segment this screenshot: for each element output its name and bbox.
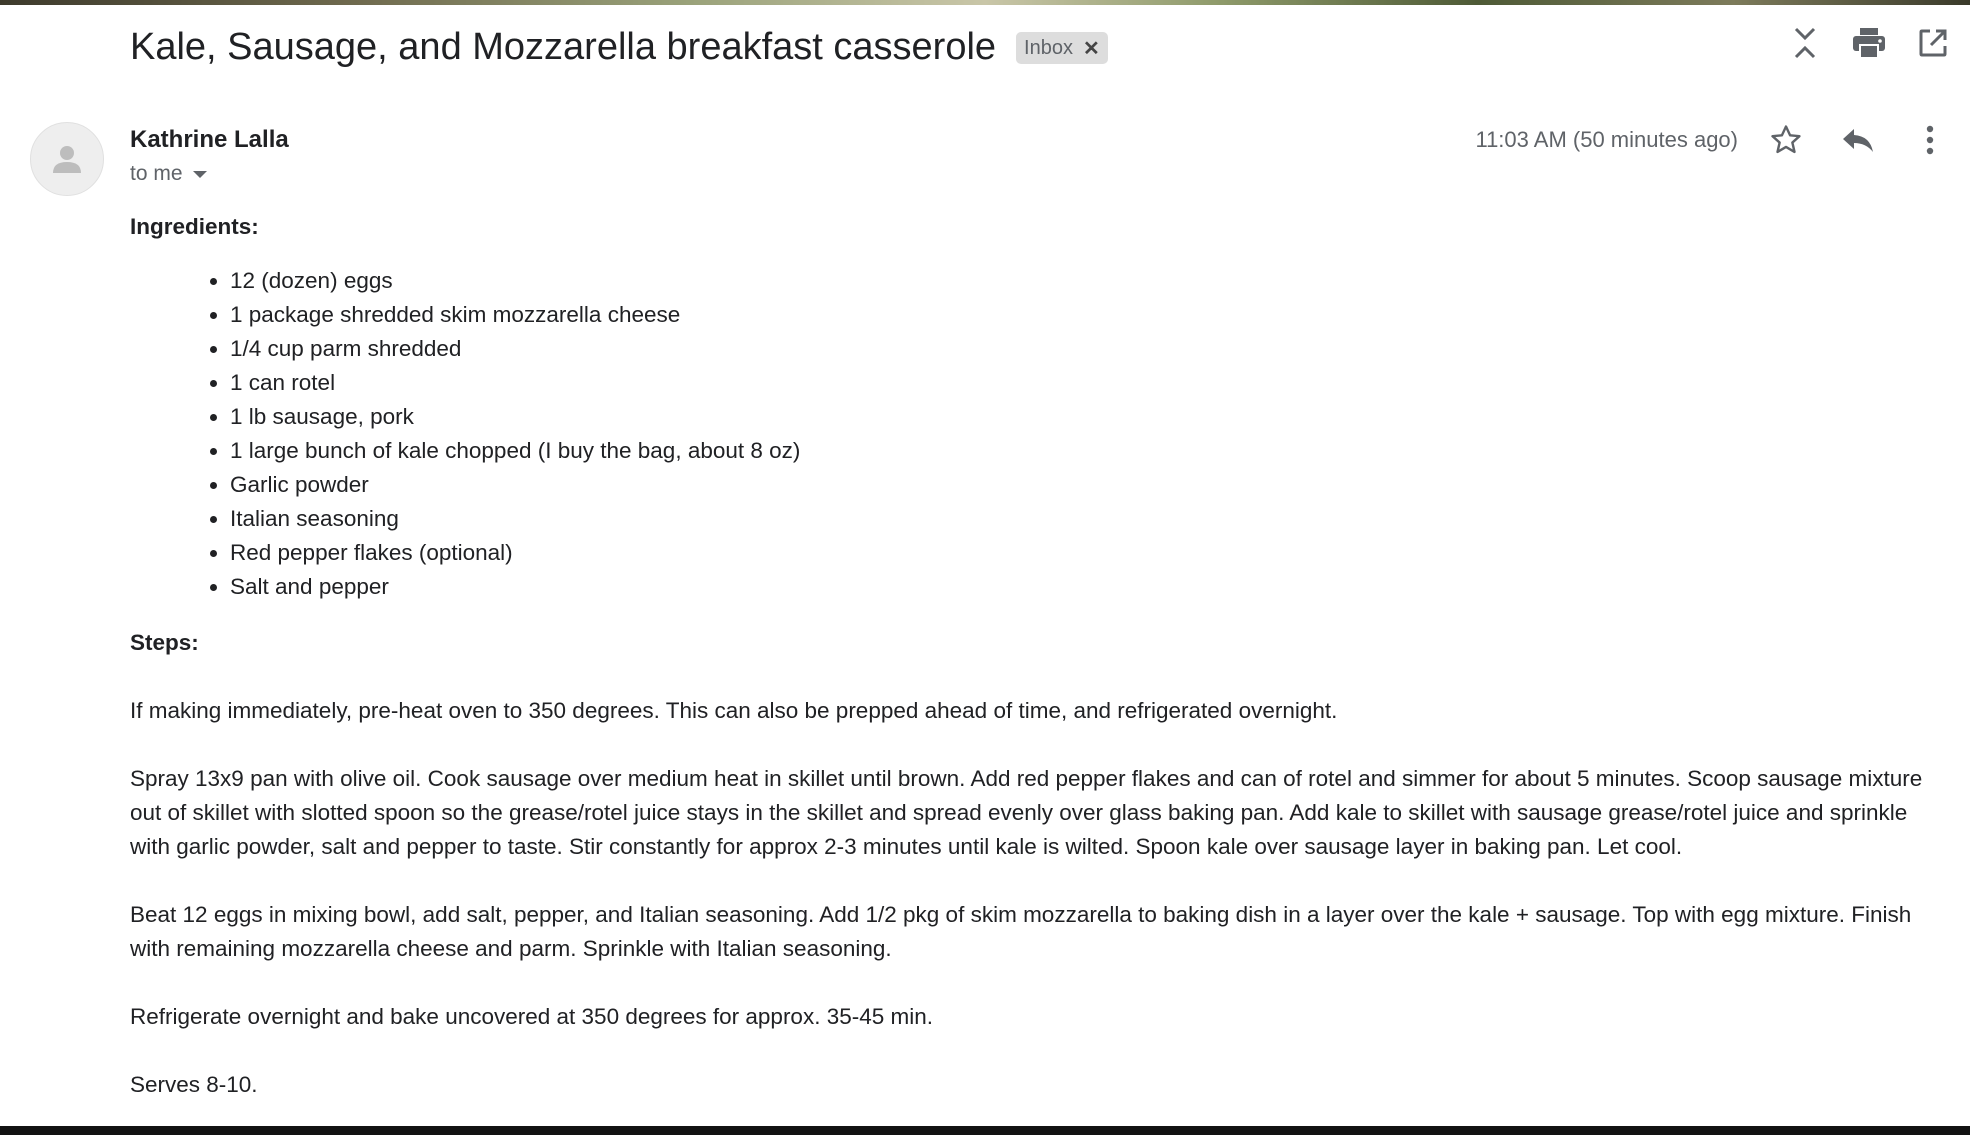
ingredients-heading: Ingredients: (130, 214, 259, 239)
background-strip-bottom (0, 1126, 1970, 1135)
subject-row: Kale, Sausage, and Mozzarella breakfast … (130, 22, 1108, 72)
step-paragraph: Spray 13x9 pan with olive oil. Cook saus… (130, 766, 1923, 859)
chevron-down-icon[interactable] (192, 170, 207, 178)
message-meta: 11:03 AM (50 minutes ago) (1475, 120, 1950, 160)
recipient-text: to me (130, 162, 183, 185)
step-paragraph: If making immediately, pre-heat oven to … (130, 698, 1338, 723)
inbox-label-chip[interactable]: Inbox ✕ (1016, 32, 1108, 64)
list-item: 12 (dozen) eggs (230, 264, 1940, 298)
list-item: Red pepper flakes (optional) (230, 536, 1940, 570)
list-item: 1 package shredded skim mozzarella chees… (230, 298, 1940, 332)
message-body: Ingredients: 12 (dozen) eggs 1 package s… (130, 210, 1940, 1136)
list-item: 1 can rotel (230, 366, 1940, 400)
steps-heading: Steps: (130, 630, 199, 655)
list-item: 1 large bunch of kale chopped (I buy the… (230, 434, 1940, 468)
label-chip-text: Inbox (1024, 36, 1073, 59)
person-icon (53, 146, 81, 173)
sender-name[interactable]: Kathrine Lalla (130, 126, 289, 154)
ingredients-list: 12 (dozen) eggs 1 package shredded skim … (130, 264, 1940, 604)
open-new-window-icon[interactable] (1916, 26, 1950, 60)
remove-label-icon[interactable]: ✕ (1083, 36, 1100, 61)
print-icon[interactable] (1852, 26, 1886, 60)
list-item: 1/4 cup parm shredded (230, 332, 1940, 366)
step-paragraph: Beat 12 eggs in mixing bowl, add salt, p… (130, 902, 1912, 961)
collapse-all-icon[interactable] (1788, 26, 1822, 60)
thread-actions (1788, 26, 1950, 60)
list-item: Garlic powder (230, 468, 1940, 502)
step-paragraph: Serves 8-10. (130, 1072, 258, 1097)
reply-icon[interactable] (1838, 120, 1878, 160)
star-icon[interactable] (1766, 120, 1806, 160)
email-subject: Kale, Sausage, and Mozzarella breakfast … (130, 25, 997, 68)
list-item: 1 lb sausage, pork (230, 400, 1940, 434)
more-vert-icon[interactable] (1910, 120, 1950, 160)
message-timestamp: 11:03 AM (50 minutes ago) (1475, 127, 1738, 152)
list-item: Salt and pepper (230, 570, 1940, 604)
list-item: Italian seasoning (230, 502, 1940, 536)
recipient-details-toggle[interactable]: to me (130, 162, 207, 186)
avatar[interactable] (30, 122, 104, 196)
background-strip-top (0, 0, 1970, 5)
step-paragraph: Refrigerate overnight and bake uncovered… (130, 1004, 934, 1029)
